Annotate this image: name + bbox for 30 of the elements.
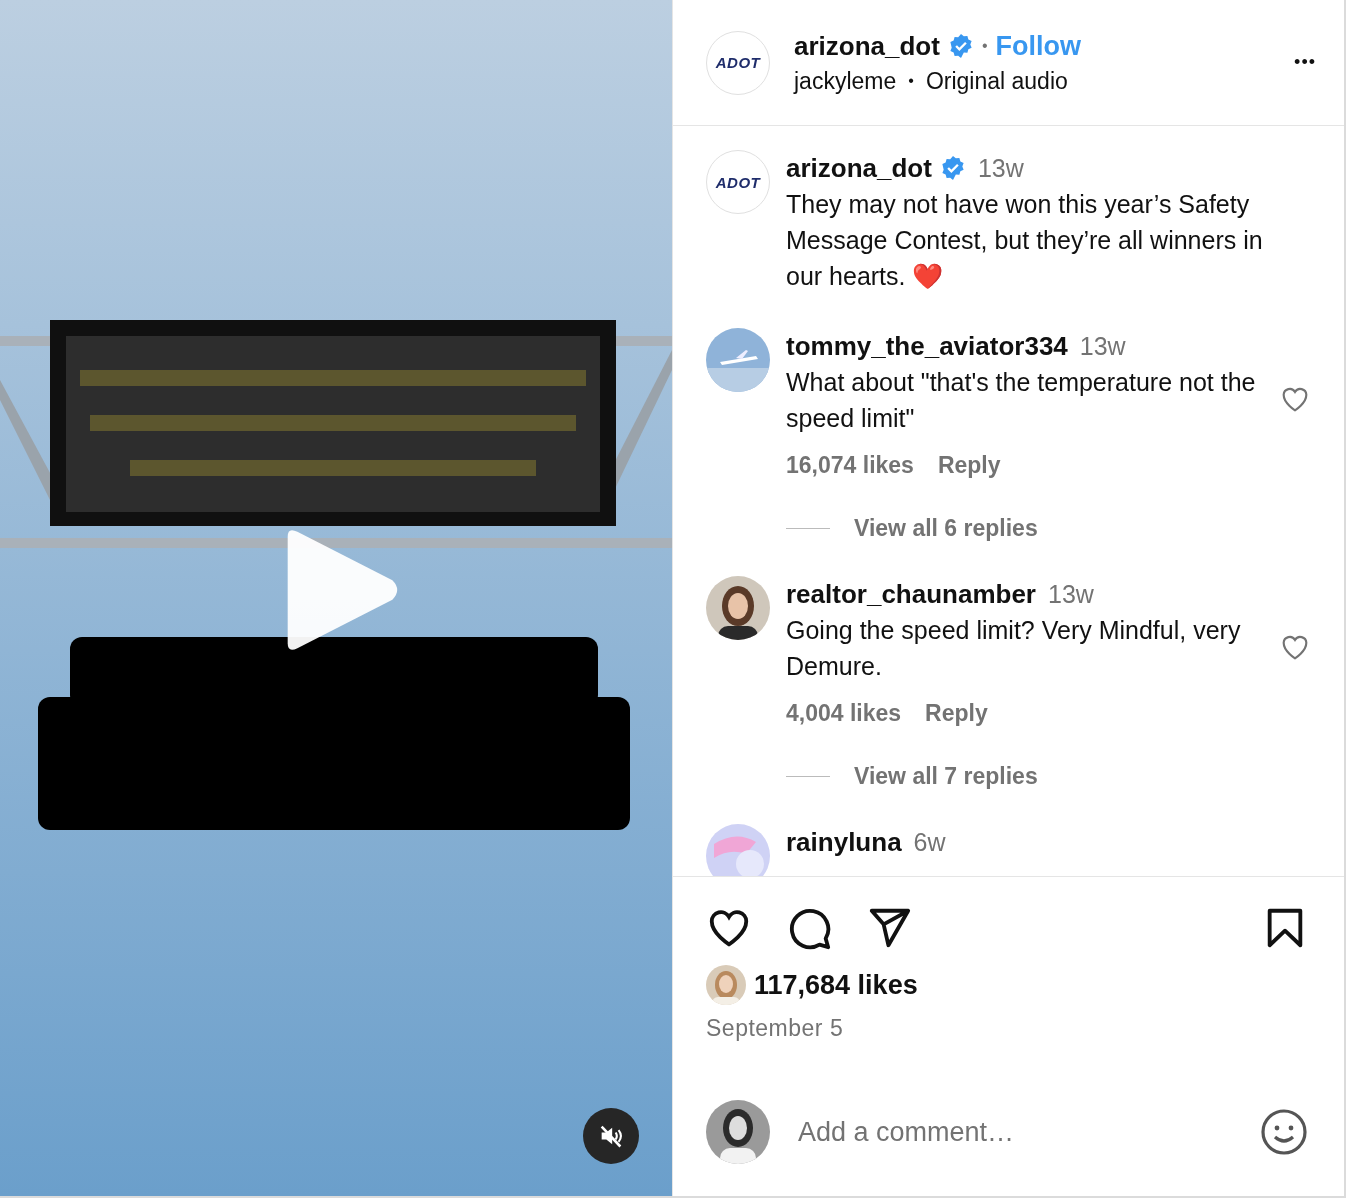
like-count[interactable]: 16,074 likes [786,452,914,479]
avatar[interactable]: ADOT [706,30,770,95]
timestamp: 13w [1048,579,1094,609]
separator: • [908,72,914,90]
avatar [706,965,746,1005]
like-count[interactable]: 117,684 likes [754,969,918,1001]
view-replies-button[interactable]: View all 6 replies [854,515,1038,542]
username[interactable]: tommy_the_aviator334 [786,330,1068,362]
timestamp: 13w [1079,331,1126,361]
username[interactable]: rainyluna [786,826,902,858]
caption-text: They may not have won this year’s Safety Message Contest, but they’re all winners in our hearts. ❤ [786,189,1264,292]
username[interactable]: realtor_chaunamber [786,578,1036,610]
comment-text: Going the speed limit? Very Mindful, very Demure. [786,615,1242,682]
username[interactable]: arizona_dot [794,30,940,62]
timestamp: 6w [913,827,946,857]
reply-button[interactable]: Reply [937,452,1001,479]
username[interactable]: arizona_dot [786,152,932,184]
more-button[interactable]: ••• [1294,52,1316,73]
post-date: September 5 [706,1015,845,1042]
view-replies-button[interactable]: View all 7 replies [854,763,1038,790]
emoji-icon[interactable] [1260,1108,1308,1156]
audio-username[interactable]: jackyleme [794,67,897,95]
separator: • [981,37,988,55]
reply-button[interactable]: Reply [925,700,988,727]
comment-input[interactable]: Add a comment… [796,1115,1234,1149]
like-count[interactable]: 4,004 likes [786,700,902,727]
comment-text: What about "that's the temperature not the speed limit" [786,367,1257,434]
timestamp: 13w [977,153,1024,183]
audio-title[interactable]: Original audio [925,67,1068,95]
avatar[interactable]: ADOT [706,150,770,214]
